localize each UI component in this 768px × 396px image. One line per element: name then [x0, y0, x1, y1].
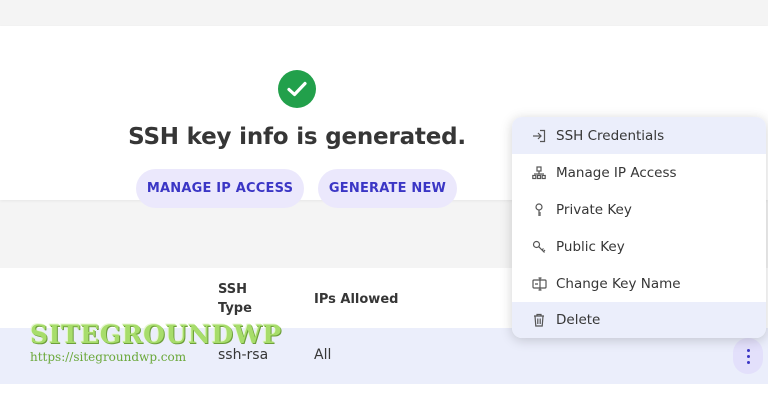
trash-icon	[531, 312, 547, 328]
menu-item-label: Public Key	[556, 238, 625, 255]
menu-item-ssh-credentials[interactable]: SSH Credentials	[512, 117, 766, 154]
watermark: SITEGROUNDWP https://sitegroundwp.com	[30, 320, 300, 370]
kebab-dot	[746, 360, 750, 364]
network-icon	[531, 165, 547, 181]
menu-item-label: Private Key	[556, 201, 632, 218]
rename-icon	[531, 276, 547, 292]
menu-item-label: Delete	[556, 312, 601, 328]
check-circle-icon	[278, 70, 316, 108]
sign-in-icon	[531, 128, 547, 144]
watermark-url: https://sitegroundwp.com	[30, 350, 187, 364]
column-header-ssh-type: SSH Type	[218, 282, 252, 316]
menu-item-change-key-name[interactable]: Change Key Name	[512, 265, 766, 302]
menu-item-label: SSH Credentials	[556, 127, 665, 144]
kebab-dot	[746, 348, 750, 352]
key-icon	[531, 202, 547, 218]
menu-item-public-key[interactable]: Public Key	[512, 228, 766, 265]
watermark-logo: SITEGROUNDWP	[30, 320, 282, 349]
menu-item-manage-ip-access[interactable]: Manage IP Access	[512, 154, 766, 191]
column-header-ips-allowed: IPs Allowed	[314, 292, 399, 307]
ips-allowed-cell: All	[314, 347, 332, 363]
manage-ip-access-button[interactable]: MANAGE IP ACCESS	[136, 169, 304, 208]
row-actions-button[interactable]	[733, 338, 763, 374]
key-alt-icon	[531, 239, 547, 255]
kebab-dot	[746, 354, 750, 358]
row-actions-menu: SSH Credentials Manage IP Access Private…	[512, 117, 766, 338]
page-title: SSH key info is generated.	[128, 124, 466, 150]
menu-item-private-key[interactable]: Private Key	[512, 191, 766, 228]
generate-new-button[interactable]: GENERATE NEW	[318, 169, 457, 208]
menu-item-label: Manage IP Access	[556, 164, 677, 181]
menu-item-delete[interactable]: Delete	[512, 302, 766, 338]
menu-item-label: Change Key Name	[556, 275, 681, 292]
